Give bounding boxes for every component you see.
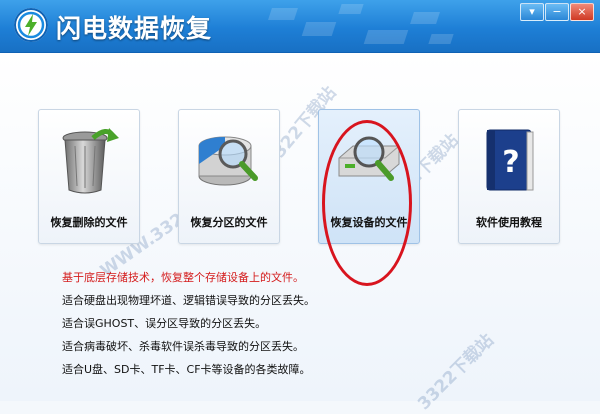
svg-text:?: ? — [502, 145, 519, 180]
app-title: 闪电数据恢复 — [56, 14, 213, 43]
annotation-ellipse — [322, 120, 412, 286]
description-line: 适合病毒破坏、杀毒软件误杀毒导致的分区丢失。 — [62, 340, 304, 353]
description-line: 适合U盘、SD卡、TF卡、CF卡等设备的各类故障。 — [62, 363, 311, 376]
lightning-logo-icon — [14, 8, 48, 42]
tile-label: 恢复删除的文件 — [50, 216, 128, 229]
description-highlight: 基于底层存储技术，恢复整个存储设备上的文件。 — [62, 271, 304, 284]
close-button[interactable]: × — [570, 3, 594, 21]
partition-disk-icon — [195, 124, 263, 196]
minimize-button[interactable]: − — [545, 3, 569, 21]
menu-button[interactable]: ▾ — [520, 3, 544, 21]
help-book-icon: ? — [475, 124, 543, 196]
title-bar-decoration — [268, 0, 460, 52]
recover-deleted-files-button[interactable]: 恢复删除的文件 — [38, 109, 140, 244]
trash-bin-icon — [55, 124, 123, 196]
title-bar: 闪电数据恢复 ▾ − × — [0, 0, 600, 52]
description-line: 适合硬盘出现物理坏道、逻辑错误导致的分区丢失。 — [62, 294, 315, 307]
description-line: 适合误GHOST、误分区导致的分区丢失。 — [62, 317, 267, 330]
main-panel: 3322下载站 WWW.3322.CC 3322下载站 3322下载站 恢复删除… — [0, 52, 600, 414]
watermark: 3322下载站 — [414, 330, 498, 414]
tile-label: 软件使用教程 — [476, 216, 542, 229]
tutorial-button[interactable]: ? 软件使用教程 — [458, 109, 560, 244]
tile-label: 恢复分区的文件 — [190, 216, 268, 229]
recover-partition-files-button[interactable]: 恢复分区的文件 — [178, 109, 280, 244]
